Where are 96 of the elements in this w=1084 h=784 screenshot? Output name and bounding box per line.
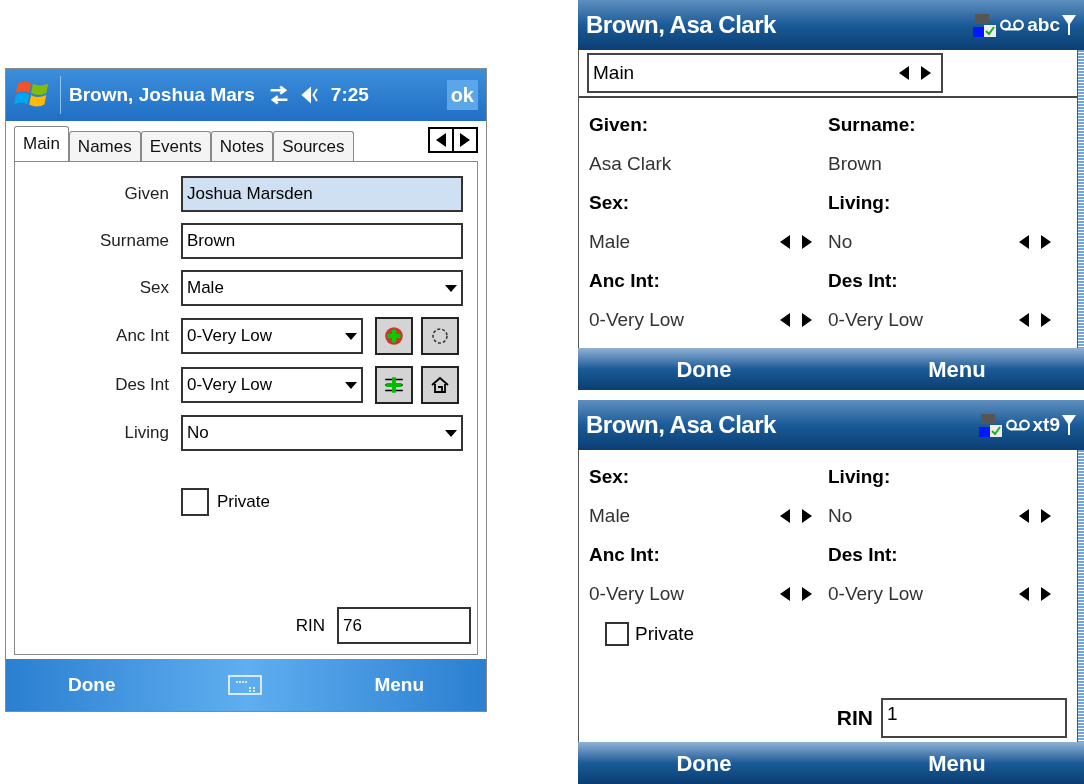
- plus-grid-icon: [383, 374, 405, 396]
- left-arrow-icon[interactable]: [780, 587, 790, 601]
- tab[interactable]: Events: [140, 131, 211, 161]
- right-arrow-icon[interactable]: [802, 509, 812, 523]
- tab[interactable]: Main: [14, 126, 69, 161]
- field-label: Living:: [828, 464, 892, 489]
- spinner-field[interactable]: 0-Very Low: [828, 298, 1051, 342]
- window-title: Brown, Joshua Mars: [69, 82, 255, 107]
- left-arrow-icon[interactable]: [1019, 235, 1029, 249]
- right-arrow-icon[interactable]: [1041, 509, 1051, 523]
- right-arrow-icon[interactable]: [921, 66, 931, 80]
- tool-button[interactable]: [375, 317, 413, 355]
- left-arrow-icon[interactable]: [1019, 587, 1029, 601]
- scroll-bar[interactable]: [1078, 450, 1084, 742]
- plus-circle-icon: [383, 325, 405, 347]
- checkbox-label: Private: [635, 622, 695, 646]
- spinner-field[interactable]: Male: [589, 220, 812, 264]
- field-label: Des Int:: [828, 268, 899, 293]
- text-field[interactable]: Brown: [181, 223, 463, 259]
- right-arrow-icon[interactable]: [802, 313, 812, 327]
- keypad-status-icon: [973, 11, 998, 39]
- right-arrow-icon[interactable]: [802, 235, 812, 249]
- dropdown-caret-icon: [445, 284, 457, 292]
- field-label: RIN: [295, 614, 325, 637]
- left-arrow-icon[interactable]: [780, 235, 790, 249]
- text-field[interactable]: Joshua Marsden: [181, 176, 463, 212]
- scroll-left-icon[interactable]: [436, 133, 446, 147]
- tool-button[interactable]: [375, 366, 413, 404]
- tool-button[interactable]: [421, 366, 459, 404]
- field-label: Des Int:: [828, 542, 899, 567]
- field-label: Anc Int:: [589, 268, 661, 293]
- spinner-field[interactable]: 0-Very Low: [828, 572, 1051, 616]
- scroll-right-icon[interactable]: [460, 133, 470, 147]
- field-label: Surname: [99, 230, 169, 253]
- left-arrow-icon[interactable]: [780, 509, 790, 523]
- house-icon: [430, 375, 450, 395]
- field-label: Given: [123, 183, 169, 206]
- scroll-bar[interactable]: [1078, 50, 1084, 348]
- circle-icon: [430, 326, 450, 346]
- dropdown[interactable]: Male: [181, 270, 463, 306]
- field-label: Sex:: [589, 190, 631, 215]
- voicemail-icon: [1004, 418, 1031, 432]
- field-label: Living: [123, 422, 169, 445]
- field-label: Sex:: [589, 464, 631, 489]
- clock-time: 7:25: [330, 82, 369, 107]
- field-label: Anc Int:: [589, 542, 661, 567]
- window-title: Brown, Asa Clark: [586, 10, 776, 40]
- spinner-field[interactable]: 0-Very Low: [589, 298, 812, 342]
- tool-button[interactable]: [421, 317, 459, 355]
- field-label: Given:: [589, 112, 650, 137]
- field-label: Living:: [828, 190, 892, 215]
- dropdown-caret-icon: [445, 429, 457, 437]
- dropdown[interactable]: 0-Very Low: [181, 318, 363, 354]
- keypad-status-icon: [978, 411, 1003, 439]
- right-arrow-icon[interactable]: [802, 587, 812, 601]
- spinner-field[interactable]: No: [828, 494, 1051, 538]
- dropdown[interactable]: No: [181, 415, 463, 451]
- spinner-field[interactable]: 0-Very Low: [589, 572, 812, 616]
- dropdown-caret-icon: [345, 332, 357, 340]
- tab[interactable]: Sources: [273, 131, 354, 161]
- field-label: Anc Int: [115, 325, 169, 348]
- text-field[interactable]: 1: [881, 698, 1067, 738]
- dropdown-caret-icon: [345, 381, 357, 389]
- softkey[interactable]: Done: [676, 746, 732, 780]
- voicemail-icon: [999, 18, 1026, 32]
- text-field[interactable]: 76: [337, 607, 471, 644]
- left-arrow-icon[interactable]: [899, 66, 909, 80]
- left-arrow-icon[interactable]: [780, 313, 790, 327]
- spinner-field[interactable]: Male: [589, 494, 812, 538]
- field-label: Surname:: [828, 112, 917, 137]
- softkey[interactable]: Done: [676, 352, 732, 386]
- right-arrow-icon[interactable]: [1041, 587, 1051, 601]
- tab[interactable]: Names: [68, 131, 141, 161]
- signal-icon: [1062, 15, 1076, 35]
- signal-icon: [1062, 415, 1076, 435]
- field-value[interactable]: Brown: [828, 142, 1051, 186]
- left-arrow-icon[interactable]: [1019, 313, 1029, 327]
- checkbox[interactable]: [181, 488, 209, 516]
- input-mode: xt9: [1032, 412, 1060, 437]
- tab-picker[interactable]: Main: [587, 53, 943, 93]
- tab[interactable]: Notes: [210, 131, 274, 161]
- softkey[interactable]: Menu: [928, 746, 986, 780]
- input-mode: abc: [1027, 12, 1060, 37]
- dropdown[interactable]: 0-Very Low: [181, 367, 363, 403]
- field-value[interactable]: Asa Clark: [589, 142, 812, 186]
- checkbox[interactable]: [605, 622, 629, 647]
- window-title: Brown, Asa Clark: [586, 410, 776, 440]
- right-arrow-icon[interactable]: [1041, 313, 1051, 327]
- spinner-field[interactable]: No: [828, 220, 1051, 264]
- field-label: Sex: [138, 277, 169, 300]
- field-label: Des Int: [114, 374, 169, 397]
- softkey[interactable]: Menu: [928, 352, 986, 386]
- right-arrow-icon[interactable]: [1041, 235, 1051, 249]
- field-label: RIN: [836, 705, 873, 732]
- left-arrow-icon[interactable]: [1019, 509, 1029, 523]
- checkbox-label: Private: [217, 491, 270, 514]
